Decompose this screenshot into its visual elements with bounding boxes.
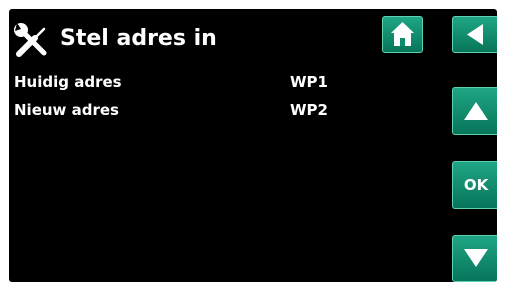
home-button[interactable]: [382, 16, 423, 53]
ok-button[interactable]: OK: [452, 161, 497, 209]
page-title: Stel adres in: [60, 26, 217, 51]
display-screen: Stel adres in Huidig adres WP1 Nieuw adr…: [9, 9, 497, 282]
new-address-value[interactable]: WP2: [290, 100, 328, 120]
current-address-label: Huidig adres: [14, 73, 122, 91]
home-icon: [391, 22, 414, 46]
new-address-label[interactable]: Nieuw adres: [14, 100, 119, 120]
up-button[interactable]: [452, 87, 497, 135]
tools-icon: [14, 23, 47, 57]
down-arrow-icon: [464, 249, 488, 267]
current-address-value: WP1: [290, 73, 328, 91]
ok-label: OK: [463, 176, 489, 194]
page: Stel adres in Huidig adres WP1 Nieuw adr…: [0, 0, 506, 291]
back-button[interactable]: [452, 16, 497, 53]
back-arrow-icon: [467, 24, 483, 45]
down-button[interactable]: [452, 235, 497, 282]
up-arrow-icon: [464, 102, 488, 120]
